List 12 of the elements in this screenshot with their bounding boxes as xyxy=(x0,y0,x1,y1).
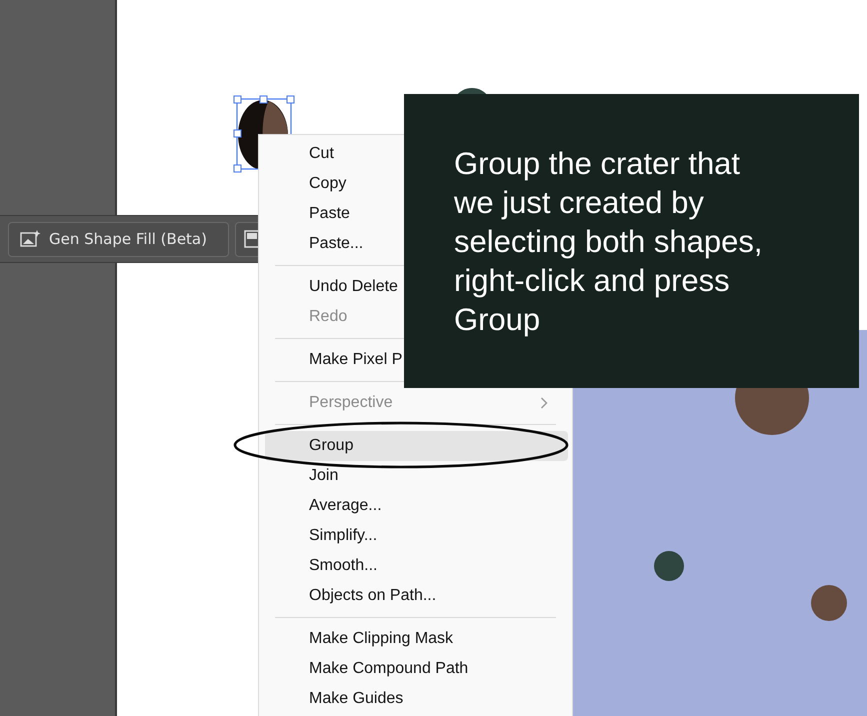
menu-item[interactable]: Smooth... xyxy=(265,551,568,581)
menu-item[interactable]: Make Compound Path xyxy=(265,654,568,684)
menu-item[interactable]: Make Guides xyxy=(265,684,568,714)
instruction-text: Group the crater that we just created by selecting both shapes, right-click and press Group xyxy=(454,145,764,339)
image-sparkle-icon xyxy=(19,229,41,249)
menu-item[interactable]: Make Clipping Mask xyxy=(265,624,568,654)
menu-item[interactable]: Join xyxy=(265,461,568,491)
menu-item[interactable]: Group xyxy=(265,431,568,461)
gen-shape-fill-button[interactable]: Gen Shape Fill (Beta) xyxy=(8,222,229,256)
menu-item[interactable]: Simplify... xyxy=(265,521,568,551)
menu-item[interactable]: Objects on Path... xyxy=(265,581,568,611)
menu-item[interactable]: Average... xyxy=(265,491,568,521)
